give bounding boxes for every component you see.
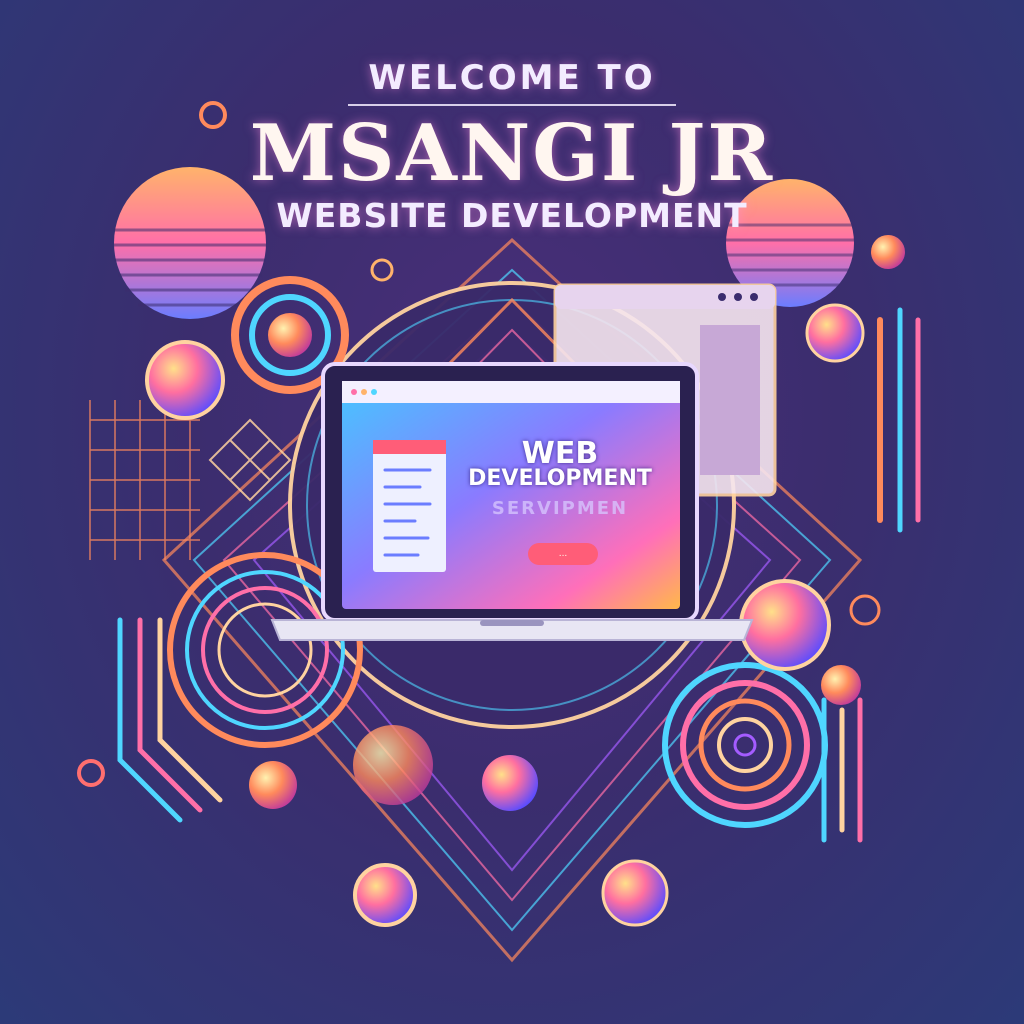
- brand-title: MSANGI JR: [249, 108, 775, 199]
- screen-cta-button: ...: [528, 543, 598, 565]
- grid-pattern-icon: [89, 400, 200, 560]
- lattice-icon: [208, 418, 292, 502]
- heading-divider: [348, 104, 676, 106]
- screen-subline: SERVIPMEN: [491, 498, 629, 519]
- screen-headline-development: DEVELOPMENT: [468, 466, 652, 491]
- brand-subtitle: WEBSITE DEVELOPMENT: [276, 196, 748, 235]
- welcome-heading: WELCOME TO: [368, 58, 656, 98]
- bars-right: [821, 307, 921, 843]
- target-icon: [662, 662, 828, 828]
